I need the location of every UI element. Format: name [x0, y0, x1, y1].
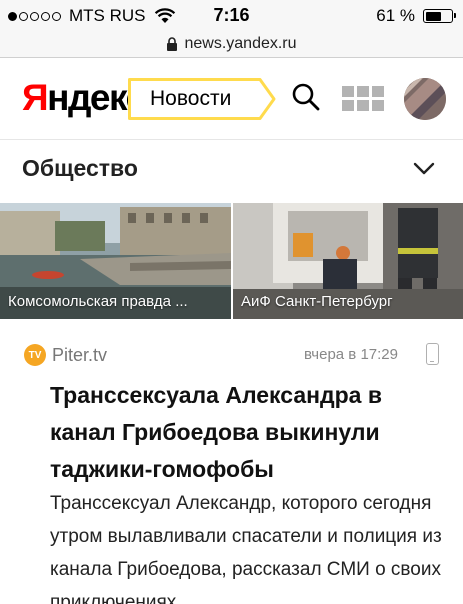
logo-first-letter: Я [22, 77, 49, 118]
apps-grid-icon[interactable] [342, 86, 384, 112]
avatar[interactable] [404, 78, 446, 120]
status-right: 61 % [376, 6, 456, 26]
carrier-name: MTS RUS [69, 6, 146, 25]
service-tab-label: Новости [150, 87, 232, 110]
section-title: Общество [22, 155, 138, 181]
article-time: вчера в 17:29 [304, 346, 398, 363]
article-snippet: Транссексуал Александр, которого се­годн… [50, 493, 442, 604]
photo-caption: Комсомольская правда ... [8, 293, 188, 310]
status-left: MTS RUS [8, 6, 176, 26]
app-header: Яндекс Новости [0, 58, 463, 140]
article-headline[interactable]: Транссексуала Александра в канал Грибоед… [50, 377, 442, 488]
mobile-device-icon [426, 343, 439, 365]
article-source[interactable]: TV Piter.tv [24, 344, 107, 366]
service-tab-news[interactable]: Новости [128, 78, 276, 120]
lock-icon [167, 36, 178, 51]
section-selector[interactable]: Общество [0, 141, 463, 203]
news-article[interactable]: TV Piter.tv вчера в 17:29 Транссексуала … [0, 320, 463, 604]
signal-strength-icon [8, 11, 63, 21]
url-text: news.yandex.ru [184, 34, 297, 52]
avatar-image [404, 78, 446, 120]
photo-caption: АиФ Санкт-Петербург [241, 293, 393, 310]
search-icon[interactable] [291, 82, 321, 112]
tv-logo-icon: TV [24, 344, 46, 366]
status-bar: MTS RUS 7:16 61 % [0, 0, 463, 30]
source-name: Piter.tv [52, 344, 108, 365]
address-bar[interactable]: news.yandex.ru [0, 30, 463, 58]
photo-strip: Комсомольская правда ... АиФ Санкт-Петер… [0, 203, 463, 319]
battery-percent: 61 % [376, 6, 415, 25]
battery-fill [425, 11, 441, 21]
chevron-down-icon[interactable] [412, 160, 436, 176]
battery-icon [423, 9, 456, 23]
photo-card[interactable]: Комсомольская правда ... [0, 203, 231, 319]
photo-card[interactable]: АиФ Санкт-Петербург [233, 203, 463, 319]
wifi-icon [154, 8, 175, 23]
yandex-logo[interactable]: Яндекс [22, 77, 146, 119]
